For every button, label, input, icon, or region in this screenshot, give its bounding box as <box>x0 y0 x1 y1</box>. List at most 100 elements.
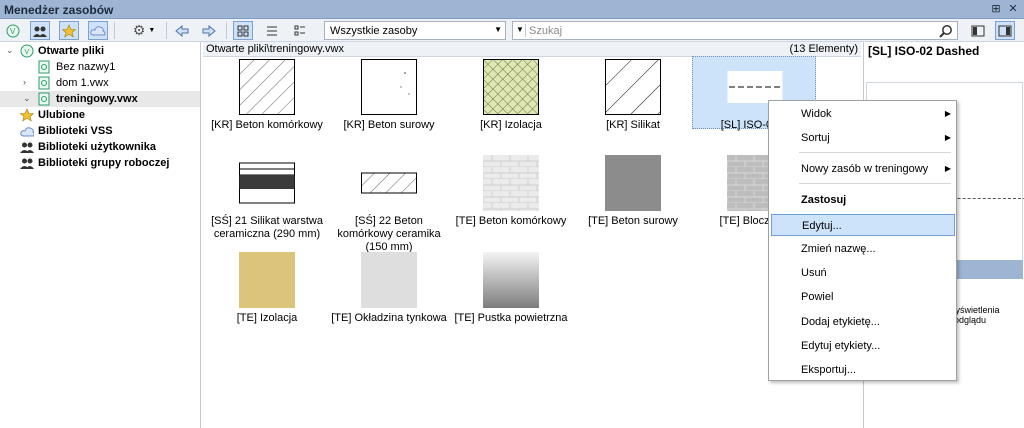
resource-filter-select[interactable]: Wszystkie zasoby ▼ <box>324 21 506 40</box>
resource-item[interactable]: [KR] Beton surowy <box>329 59 449 139</box>
file-icon <box>38 60 50 74</box>
menu-item-label: Usuń <box>801 267 827 279</box>
texture-thumbnail <box>361 252 417 308</box>
item-count: (13 Elementy) <box>789 43 858 55</box>
hatch-thumbnail <box>239 59 295 115</box>
cloud-icon <box>20 127 34 137</box>
menu-item-add-tag[interactable]: Dodaj etykietę... <box>771 311 955 333</box>
thumbnail-view-icon[interactable] <box>233 21 253 40</box>
svg-text:V: V <box>10 27 16 36</box>
preview-title: [SL] ISO-02 Dashed <box>868 44 980 58</box>
resource-browser: Otwarte pliki\treningowy.vwx (13 Element… <box>203 42 861 428</box>
vss-icon[interactable]: V <box>3 21 23 40</box>
search-options-icon[interactable]: ▼ <box>516 25 524 34</box>
context-menu: Widok ▶ Sortuj ▶ Nowy zasób w treningowy… <box>768 100 957 381</box>
svg-text:V: V <box>25 49 30 56</box>
menu-item-duplicate[interactable]: Powiel <box>771 286 955 308</box>
menu-item-new-resource[interactable]: Nowy zasób w treningowy ▶ <box>771 158 955 180</box>
menu-item-edit-tags[interactable]: Edytuj etykiety... <box>771 335 955 357</box>
menu-item-sort[interactable]: Sortuj ▶ <box>771 127 955 149</box>
menu-item-label: Powiel <box>801 291 834 303</box>
wall-style-thumbnail <box>361 172 417 194</box>
tree-vss-libraries[interactable]: Biblioteki VSS <box>0 123 200 139</box>
tree-user-libraries[interactable]: Biblioteki użytkownika <box>0 139 200 155</box>
panel-right-toggle-icon[interactable] <box>995 21 1015 40</box>
resource-item[interactable]: [TE] Pustka powietrzna <box>451 252 571 332</box>
menu-item-rename[interactable]: Zmień nazwę... <box>771 238 955 260</box>
menu-item-view[interactable]: Widok ▶ <box>771 103 955 125</box>
search-placeholder: Szukaj <box>529 25 563 37</box>
window-titlebar: Menedżer zasobów ⊞ ✕ <box>0 0 1024 19</box>
search-input[interactable]: ▼ Szukaj <box>512 21 958 40</box>
user-libraries-icon[interactable] <box>30 21 50 40</box>
resource-item[interactable]: [SŚ] 21 Silikat warstwa ceramiczna (290 … <box>207 155 327 240</box>
texture-thumbnail <box>239 252 295 308</box>
resource-item[interactable]: [KR] Silikat <box>573 59 693 139</box>
menu-item-label: Dodaj etykietę... <box>801 316 880 328</box>
resource-item[interactable]: [TE] Izolacja <box>207 252 327 332</box>
forward-arrow-icon[interactable] <box>199 21 219 40</box>
tree-group-libraries[interactable]: Biblioteki grupy roboczej <box>0 155 200 171</box>
menu-item-delete[interactable]: Usuń <box>771 262 955 284</box>
wall-style-thumbnail <box>239 162 295 204</box>
resource-filter-value: Wszystkie zasoby <box>330 25 418 37</box>
resource-item[interactable]: [KR] Beton komórkowy <box>207 59 327 139</box>
file-icon <box>38 76 50 90</box>
tree-group-libraries-label: Biblioteki grupy roboczej <box>38 157 170 169</box>
tree-file-treningowy[interactable]: ⌄ treningowy.vwx <box>0 91 200 107</box>
tree-favorites-label: Ulubione <box>38 109 86 121</box>
hatch-thumbnail <box>605 59 661 115</box>
cloud-icon[interactable] <box>88 21 108 40</box>
preview-note: wyświetlenia podglądu <box>949 305 1000 325</box>
resource-caption: [TE] Okładzina tynkowa <box>331 312 447 324</box>
window-title: Menedżer zasobów <box>4 3 114 17</box>
panel-left-toggle-icon[interactable] <box>968 21 988 40</box>
tree-file-label: Bez nazwy1 <box>56 61 116 73</box>
resource-caption: [TE] Beton komórkowy <box>455 215 567 227</box>
tree-file-label: dom 1.vwx <box>56 77 109 89</box>
path-bar: Otwarte pliki\treningowy.vwx (13 Element… <box>203 42 861 57</box>
menu-item-apply[interactable]: Zastosuj <box>771 189 955 211</box>
tree-file-bez-nazwy[interactable]: Bez nazwy1 <box>0 59 200 75</box>
group-libraries-icon <box>20 158 34 169</box>
resource-caption: [KR] Izolacja <box>480 119 542 131</box>
close-icon[interactable]: ✕ <box>1007 3 1019 15</box>
pin-icon[interactable]: ⊞ <box>990 3 1002 15</box>
menu-item-label: Edytuj etykiety... <box>801 340 881 352</box>
favorites-star-icon[interactable] <box>59 21 79 40</box>
menu-item-export[interactable]: Eksportuj... <box>771 359 955 381</box>
hatch-thumbnail <box>483 59 539 115</box>
tree-file-label: treningowy.vwx <box>56 93 138 105</box>
search-icon[interactable] <box>939 24 953 38</box>
texture-thumbnail <box>605 155 661 211</box>
resource-item[interactable]: [TE] Beton surowy <box>573 155 693 240</box>
collapse-chevron-icon[interactable]: ⌄ <box>6 45 14 56</box>
texture-thumbnail <box>483 252 539 308</box>
tree-open-files[interactable]: ⌄ V Otwarte pliki <box>0 43 200 59</box>
resource-item[interactable]: [TE] Beton komórkowy <box>451 155 571 240</box>
menu-item-edit[interactable]: Edytuj... <box>771 214 955 236</box>
vss-icon: V <box>20 44 34 58</box>
list-view-icon[interactable] <box>262 21 282 40</box>
chevron-down-icon: ▼ <box>494 25 502 34</box>
gear-menu-icon[interactable]: ⚙ ▼ <box>128 21 160 40</box>
breadcrumb: Otwarte pliki\treningowy.vwx <box>206 43 344 55</box>
resource-item[interactable]: [KR] Izolacja <box>451 59 571 139</box>
resource-caption: [KR] Beton komórkowy <box>211 119 323 131</box>
tree-favorites[interactable]: Ulubione <box>0 107 200 123</box>
menu-item-label: Sortuj <box>801 132 830 144</box>
hatch-thumbnail <box>361 59 417 115</box>
texture-thumbnail <box>483 155 539 211</box>
tree-file-dom[interactable]: › dom 1.vwx <box>0 75 200 91</box>
collapse-chevron-icon[interactable]: ⌄ <box>23 93 31 104</box>
resource-caption: [TE] Izolacja <box>236 312 298 324</box>
menu-item-label: Nowy zasób w treningowy <box>801 163 929 175</box>
back-arrow-icon[interactable] <box>172 21 192 40</box>
resource-item[interactable]: [TE] Okładzina tynkowa <box>329 252 449 332</box>
resource-caption: [KR] Beton surowy <box>343 119 435 131</box>
expand-chevron-icon[interactable]: › <box>23 77 26 87</box>
favorites-star-icon <box>20 108 34 122</box>
detail-view-icon[interactable] <box>290 21 310 40</box>
resource-caption: [TE] Pustka powietrzna <box>454 312 568 324</box>
resource-item[interactable]: [SŚ] 22 Beton komórkowy ceramika (150 mm… <box>329 155 449 253</box>
